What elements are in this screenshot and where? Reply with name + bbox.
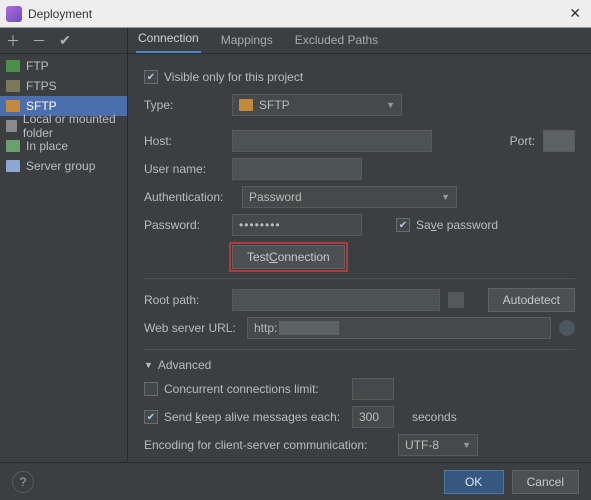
keepalive-label: Send keep alive messages each: — [164, 410, 340, 424]
sidebar-item-label: SFTP — [26, 99, 57, 113]
sidebar: ＋ － ✔ FTP FTPS SFTP Local or mounted fol… — [0, 28, 128, 462]
ftps-icon — [6, 80, 20, 92]
help-button[interactable]: ? — [12, 471, 34, 493]
sftp-icon — [239, 99, 253, 111]
tab-mappings[interactable]: Mappings — [219, 28, 275, 53]
auth-select[interactable]: Password ▼ — [242, 186, 457, 208]
host-input[interactable] — [232, 130, 432, 152]
add-button[interactable]: ＋ — [4, 31, 22, 51]
tabs: Connection Mappings Excluded Paths — [128, 28, 591, 54]
sidebar-item-label: FTPS — [26, 79, 57, 93]
ftp-icon — [6, 60, 20, 72]
username-input[interactable] — [232, 158, 362, 180]
rootpath-label: Root path: — [144, 293, 224, 307]
concurrent-checkbox[interactable]: Concurrent connections limit: — [144, 382, 344, 396]
password-input[interactable] — [232, 214, 362, 236]
auth-label: Authentication: — [144, 190, 234, 204]
chevron-down-icon: ▼ — [441, 192, 450, 202]
window-title: Deployment — [28, 7, 565, 21]
browse-icon[interactable] — [448, 292, 464, 308]
concurrent-label: Concurrent connections limit: — [164, 382, 319, 396]
chevron-down-icon: ▼ — [386, 100, 395, 110]
cancel-button[interactable]: Cancel — [512, 470, 579, 494]
port-label: Port: — [510, 134, 535, 148]
folder-icon — [6, 120, 17, 132]
app-icon — [6, 6, 22, 22]
advanced-toggle[interactable]: ▼ Advanced — [144, 358, 575, 372]
type-label: Type: — [144, 98, 224, 112]
encoding-label: Encoding for client-server communication… — [144, 438, 390, 452]
save-password-label: Save password — [416, 218, 498, 232]
visible-only-checkbox[interactable]: ✔ Visible only for this project — [144, 70, 303, 84]
group-icon — [6, 160, 20, 172]
sidebar-item-label: Server group — [26, 159, 95, 173]
autodetect-button[interactable]: Autodetect — [488, 288, 575, 312]
chevron-down-icon: ▼ — [144, 360, 153, 370]
remove-button[interactable]: － — [30, 31, 48, 51]
chevron-down-icon: ▼ — [462, 440, 471, 450]
keepalive-input[interactable] — [352, 406, 394, 428]
type-value: SFTP — [259, 98, 290, 112]
sidebar-item-label: In place — [26, 139, 68, 153]
advanced-label: Advanced — [158, 358, 211, 372]
concurrent-input[interactable] — [352, 378, 394, 400]
ok-button[interactable]: OK — [444, 470, 504, 494]
checkbox-icon: ✔ — [144, 410, 158, 424]
webserver-input[interactable]: http: — [247, 317, 551, 339]
apply-button[interactable]: ✔ — [56, 32, 74, 49]
encoding-select[interactable]: UTF-8 ▼ — [398, 434, 478, 456]
inplace-icon — [6, 140, 20, 152]
checkbox-icon — [144, 382, 158, 396]
webserver-label: Web server URL: — [144, 321, 239, 335]
checkbox-icon: ✔ — [144, 70, 158, 84]
sidebar-item-servergroup[interactable]: Server group — [0, 156, 127, 176]
tab-connection[interactable]: Connection — [136, 26, 201, 53]
close-icon[interactable]: ✕ — [565, 5, 585, 22]
sidebar-toolbar: ＋ － ✔ — [0, 28, 127, 54]
sidebar-item-label: Local or mounted folder — [23, 112, 121, 140]
connection-form: ✔ Visible only for this project Type: SF… — [128, 54, 591, 462]
seconds-label: seconds — [412, 410, 457, 424]
sidebar-item-label: FTP — [26, 59, 49, 73]
type-select[interactable]: SFTP ▼ — [232, 94, 402, 116]
visible-only-label: Visible only for this project — [164, 70, 303, 84]
checkbox-icon: ✔ — [396, 218, 410, 232]
port-input[interactable] — [543, 130, 575, 152]
password-label: Password: — [144, 218, 224, 232]
save-password-checkbox[interactable]: ✔ Save password — [396, 218, 498, 232]
rootpath-input[interactable] — [232, 289, 440, 311]
keepalive-checkbox[interactable]: ✔ Send keep alive messages each: — [144, 410, 344, 424]
test-connection-button[interactable]: Test Connection — [232, 245, 345, 269]
tab-excluded[interactable]: Excluded Paths — [293, 28, 380, 53]
host-label: Host: — [144, 134, 224, 148]
open-browser-icon[interactable] — [559, 320, 575, 336]
sidebar-item-ftp[interactable]: FTP — [0, 56, 127, 76]
server-list: FTP FTPS SFTP Local or mounted folder In… — [0, 54, 127, 176]
sidebar-item-ftps[interactable]: FTPS — [0, 76, 127, 96]
username-label: User name: — [144, 162, 224, 176]
sidebar-item-local[interactable]: Local or mounted folder — [0, 116, 127, 136]
auth-value: Password — [249, 190, 302, 204]
sftp-icon — [6, 100, 20, 112]
encoding-value: UTF-8 — [405, 438, 439, 452]
dialog-footer: ? OK Cancel — [0, 462, 591, 500]
